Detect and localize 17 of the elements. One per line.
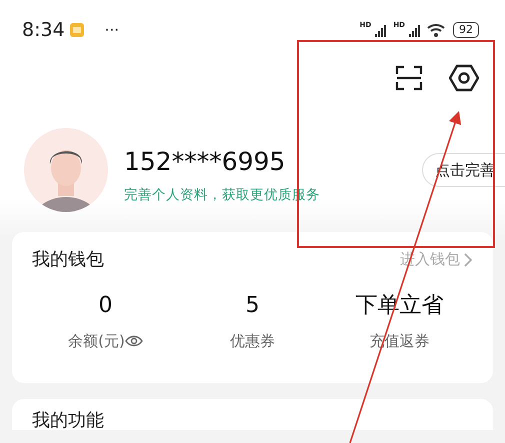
settings-icon[interactable] — [449, 64, 479, 92]
status-more: ··· — [104, 20, 119, 41]
stat-label: 余额(元) — [68, 331, 125, 352]
stat-label: 优惠券 — [230, 331, 275, 352]
stat-value: 5 — [244, 292, 260, 320]
functions-title: 我的功能 — [32, 410, 105, 430]
chevron-right-icon — [464, 252, 473, 266]
notification-icon — [68, 22, 85, 38]
stat-value: 0 — [98, 292, 114, 320]
phone-number: 152****6995 — [124, 146, 286, 178]
scan-icon[interactable] — [395, 65, 423, 91]
signal-icon — [409, 24, 423, 36]
wallet-title: 我的钱包 — [32, 248, 104, 272]
eye-icon — [124, 334, 143, 348]
status-time: 8:34 — [22, 18, 65, 43]
wifi-icon — [427, 23, 445, 37]
battery-level: 92 — [453, 22, 479, 38]
